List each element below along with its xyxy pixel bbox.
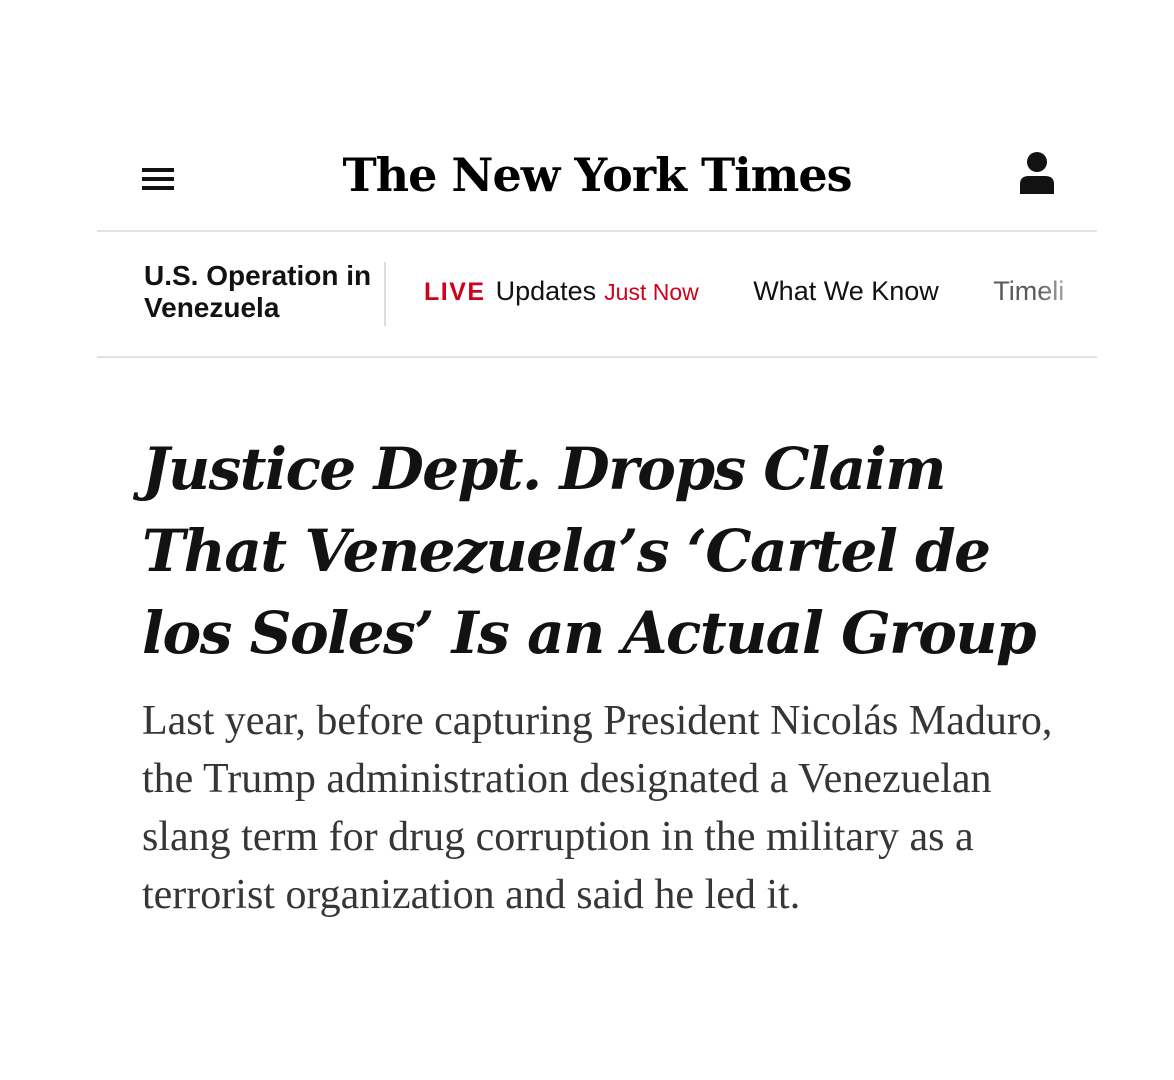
hamburger-menu-icon[interactable] [142, 164, 176, 192]
overflow-fade [1037, 232, 1097, 352]
subnav-links: LIVE Updates Just Now What We Know Timeli [424, 276, 1064, 316]
user-account-icon[interactable] [1017, 150, 1057, 200]
section-subnav: U.S. Operation in Venezuela LIVE Updates J… [97, 232, 1097, 358]
subnav-divider [384, 262, 386, 326]
live-badge: LIVE [424, 278, 486, 306]
masthead: The New York Times [97, 118, 1097, 232]
nyt-logo[interactable]: The New York Times [97, 140, 1097, 210]
article-summary: Last year, before capturing President Ni… [142, 698, 1053, 918]
live-updates-link[interactable]: LIVE Updates Just Now [424, 276, 699, 307]
updated-timestamp: Just Now [604, 279, 699, 305]
updates-label: Updates [495, 276, 597, 306]
what-we-know-link[interactable]: What We Know [753, 276, 939, 307]
page-frame: The New York Times U.S. Operation in Ven… [97, 0, 1097, 1080]
article-headline: Justice Dept. Drops Claim That Venezuela… [142, 435, 1037, 667]
section-title[interactable]: U.S. Operation in Venezuela [144, 260, 374, 324]
